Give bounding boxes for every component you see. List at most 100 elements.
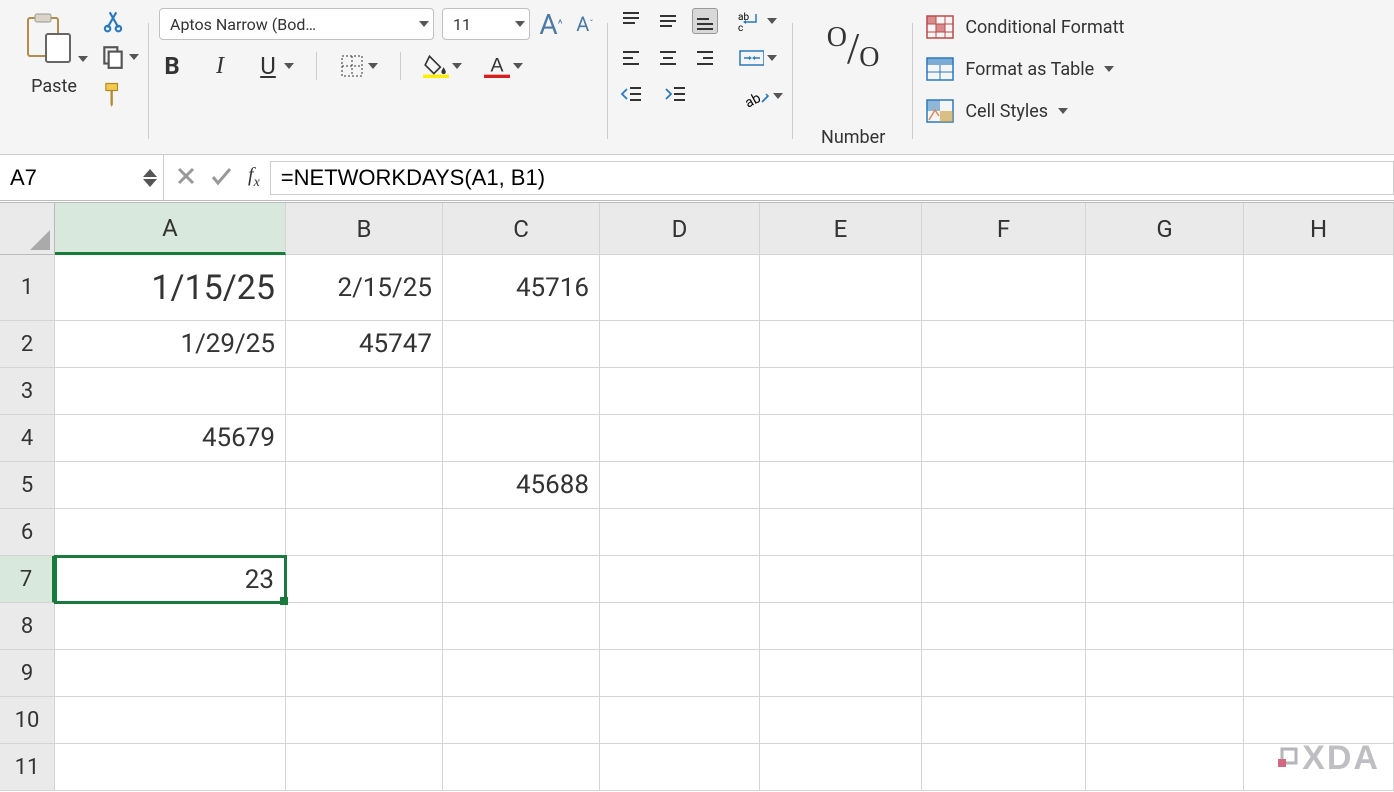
cell-D4[interactable]	[600, 415, 760, 462]
cell-B7[interactable]	[286, 556, 443, 603]
cell-H5[interactable]	[1244, 462, 1394, 509]
name-box[interactable]	[0, 155, 164, 200]
align-middle-button[interactable]	[655, 8, 681, 34]
col-header-D[interactable]: D	[600, 203, 760, 255]
row-header-6[interactable]: 6	[0, 509, 55, 556]
row-header-10[interactable]: 10	[0, 697, 55, 744]
cell-B4[interactable]	[286, 415, 443, 462]
cell-C1[interactable]: 45716	[443, 255, 600, 321]
cell-E10[interactable]	[760, 697, 922, 744]
cell-A10[interactable]	[55, 697, 286, 744]
cell-G5[interactable]	[1086, 462, 1244, 509]
borders-button[interactable]	[339, 53, 365, 79]
clipboard-paste-icon[interactable]	[20, 8, 76, 68]
cell-E2[interactable]	[760, 321, 922, 368]
cell-B1[interactable]: 2/15/25	[286, 255, 443, 321]
cell-E8[interactable]	[760, 603, 922, 650]
col-header-E[interactable]: E	[760, 203, 922, 255]
cell-E4[interactable]	[760, 415, 922, 462]
cell-G4[interactable]	[1086, 415, 1244, 462]
merge-caret[interactable]	[767, 55, 777, 61]
font-color-button[interactable]: A	[484, 53, 510, 79]
cell-D7[interactable]	[600, 556, 760, 603]
cell-C5[interactable]: 45688	[443, 462, 600, 509]
cell-styles-button[interactable]: Cell Styles	[923, 92, 1374, 130]
cell-H2[interactable]	[1244, 321, 1394, 368]
row-header-8[interactable]: 8	[0, 603, 55, 650]
select-all-corner[interactable]	[0, 203, 55, 255]
wrap-text-caret[interactable]	[767, 18, 777, 24]
font-name-select[interactable]: Aptos Narrow (Bod…	[159, 8, 434, 40]
cell-A11[interactable]	[55, 744, 286, 791]
cell-H8[interactable]	[1244, 603, 1394, 650]
cell-F3[interactable]	[922, 368, 1086, 415]
cell-E3[interactable]	[760, 368, 922, 415]
row-header-5[interactable]: 5	[0, 462, 55, 509]
cell-A5[interactable]	[55, 462, 286, 509]
increase-indent-button[interactable]	[662, 83, 688, 109]
cell-D1[interactable]	[600, 255, 760, 321]
col-header-A[interactable]: A	[55, 203, 286, 255]
cell-H10[interactable]	[1244, 697, 1394, 744]
cell-F1[interactable]	[922, 255, 1086, 321]
increase-font-size-button[interactable]: A^	[538, 11, 564, 37]
cell-B11[interactable]	[286, 744, 443, 791]
cell-G11[interactable]	[1086, 744, 1244, 791]
cell-F8[interactable]	[922, 603, 1086, 650]
cell-G8[interactable]	[1086, 603, 1244, 650]
cell-D11[interactable]	[600, 744, 760, 791]
cell-B2[interactable]: 45747	[286, 321, 443, 368]
cell-D5[interactable]	[600, 462, 760, 509]
cell-G9[interactable]	[1086, 650, 1244, 697]
cell-F5[interactable]	[922, 462, 1086, 509]
cell-G3[interactable]	[1086, 368, 1244, 415]
cell-G7[interactable]	[1086, 556, 1244, 603]
underline-caret[interactable]	[284, 63, 294, 69]
name-box-up[interactable]	[143, 169, 157, 177]
cell-B3[interactable]	[286, 368, 443, 415]
cell-H1[interactable]	[1244, 255, 1394, 321]
cell-E1[interactable]	[760, 255, 922, 321]
cell-H6[interactable]	[1244, 509, 1394, 556]
align-bottom-button[interactable]	[692, 8, 718, 34]
cell-D3[interactable]	[600, 368, 760, 415]
number-format-icon[interactable]: O/O	[827, 8, 880, 88]
row-header-2[interactable]: 2	[0, 321, 55, 368]
cell-C10[interactable]	[443, 697, 600, 744]
fill-color-caret[interactable]	[452, 63, 462, 69]
cell-D10[interactable]	[600, 697, 760, 744]
font-size-select[interactable]: 11	[442, 8, 530, 40]
cell-A6[interactable]	[55, 509, 286, 556]
cell-A3[interactable]	[55, 368, 286, 415]
col-header-G[interactable]: G	[1086, 203, 1244, 255]
row-header-1[interactable]: 1	[0, 255, 55, 321]
cell-D9[interactable]	[600, 650, 760, 697]
cancel-formula-button[interactable]	[176, 166, 196, 190]
cell-A2[interactable]: 1/29/25	[55, 321, 286, 368]
align-right-button[interactable]	[692, 45, 718, 71]
borders-caret[interactable]	[368, 63, 378, 69]
cell-C7[interactable]	[443, 556, 600, 603]
cell-D2[interactable]	[600, 321, 760, 368]
cell-G2[interactable]	[1086, 321, 1244, 368]
cell-C3[interactable]	[443, 368, 600, 415]
cell-C8[interactable]	[443, 603, 600, 650]
cell-E5[interactable]	[760, 462, 922, 509]
col-header-B[interactable]: B	[286, 203, 443, 255]
cell-B6[interactable]	[286, 509, 443, 556]
cell-E7[interactable]	[760, 556, 922, 603]
conditional-formatting-button[interactable]: Conditional Formatt	[923, 8, 1374, 46]
cell-B5[interactable]	[286, 462, 443, 509]
cell-F10[interactable]	[922, 697, 1086, 744]
cell-G6[interactable]	[1086, 509, 1244, 556]
cell-F9[interactable]	[922, 650, 1086, 697]
wrap-text-button[interactable]: abc	[738, 8, 764, 34]
cell-styles-caret[interactable]	[1058, 108, 1068, 114]
cell-F7[interactable]	[922, 556, 1086, 603]
row-header-4[interactable]: 4	[0, 415, 55, 462]
decrease-font-size-button[interactable]: Aˇ	[572, 11, 598, 37]
cell-H11[interactable]	[1244, 744, 1394, 791]
cell-H4[interactable]	[1244, 415, 1394, 462]
bold-button[interactable]: B	[159, 53, 185, 79]
cell-H9[interactable]	[1244, 650, 1394, 697]
